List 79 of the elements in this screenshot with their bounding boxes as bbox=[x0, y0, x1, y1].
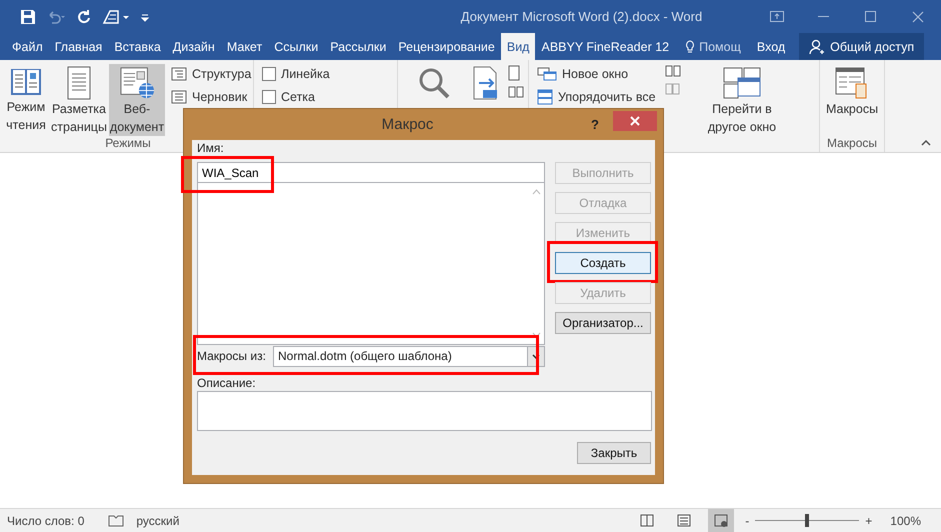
new-window-icon bbox=[537, 67, 557, 81]
book-icon bbox=[9, 66, 43, 98]
ribbon-tab[interactable]: Рассылки bbox=[324, 33, 392, 60]
split-icon[interactable] bbox=[665, 65, 681, 77]
book-icon bbox=[640, 514, 654, 527]
one-page-icon bbox=[508, 65, 520, 81]
window-command-button[interactable]: Упорядочить все bbox=[537, 88, 659, 106]
dialog-title: Макрос bbox=[380, 116, 434, 133]
ribbon-tab[interactable]: Ссылки bbox=[268, 33, 324, 60]
group-label: Режимы bbox=[105, 136, 151, 150]
touch-mode-icon[interactable] bbox=[102, 8, 130, 24]
close-icon bbox=[630, 116, 640, 126]
scroll-down-icon[interactable] bbox=[532, 332, 541, 338]
close-dialog-button[interactable]: Закрыть bbox=[577, 442, 651, 464]
dialog-button[interactable]: Создать bbox=[555, 252, 651, 274]
view-option-button[interactable]: Структура bbox=[171, 65, 252, 83]
language[interactable]: русский bbox=[136, 514, 634, 528]
help-button[interactable]: ? bbox=[591, 117, 599, 132]
ribbon-tab[interactable]: ABBYY FineReader 12 bbox=[535, 33, 676, 60]
ribbon-tab[interactable]: Главная bbox=[48, 33, 108, 60]
minimize-icon[interactable] bbox=[818, 16, 829, 18]
macros-from-dropdown[interactable]: Normal.dotm (общего шаблона) bbox=[273, 346, 545, 366]
tell-me-field[interactable]: Помощ bbox=[679, 33, 747, 60]
zoom-out-button[interactable]: - bbox=[745, 514, 750, 528]
field-label: Описание: bbox=[197, 376, 256, 390]
page-icon bbox=[66, 66, 92, 100]
view-button[interactable] bbox=[708, 509, 734, 532]
page-zoom-icon bbox=[471, 66, 499, 100]
web-layout-icon bbox=[714, 514, 728, 527]
field-label: Имя: bbox=[197, 142, 224, 154]
maximize-icon[interactable] bbox=[865, 11, 876, 22]
checkbox[interactable] bbox=[262, 67, 276, 81]
page-icon bbox=[677, 514, 692, 527]
lightbulb-icon bbox=[685, 40, 696, 54]
view-option-button[interactable]: Черновик bbox=[171, 88, 252, 106]
view-mode-button[interactable]: Режим чтения bbox=[3, 64, 49, 136]
person-add-icon bbox=[809, 38, 826, 54]
checkbox-label: Сетка bbox=[281, 90, 315, 104]
ribbon-tab[interactable]: Вид bbox=[500, 33, 536, 60]
view-mode-button[interactable]: Разметка страницы bbox=[51, 64, 107, 136]
outline-icon bbox=[171, 67, 187, 81]
proofing-icon[interactable] bbox=[108, 514, 124, 528]
ribbon-tab[interactable]: Рецензирование bbox=[392, 33, 501, 60]
macros-button[interactable]: Макросы bbox=[824, 64, 880, 136]
checkbox[interactable] bbox=[262, 90, 276, 104]
group-label: Макросы bbox=[826, 136, 878, 150]
macro-name-field[interactable]: WIA_Scan bbox=[197, 162, 545, 183]
arrange-windows-icon bbox=[537, 89, 553, 105]
view-mode-button[interactable]: Веб- документ bbox=[109, 64, 165, 136]
zoom-slider-thumb[interactable] bbox=[805, 514, 810, 527]
save-icon[interactable] bbox=[20, 8, 36, 24]
checkbox-label: Линейка bbox=[281, 67, 330, 81]
collapse-ribbon-icon[interactable] bbox=[921, 140, 931, 146]
ribbon-tab[interactable]: Макет bbox=[220, 33, 268, 60]
zoom-in-button[interactable]: + bbox=[865, 514, 872, 528]
redo-icon[interactable] bbox=[76, 8, 92, 24]
switch-windows-button[interactable]: Перейти в другое окно bbox=[697, 64, 787, 136]
ribbon-tab[interactable]: Дизайн bbox=[166, 33, 221, 60]
macro-list[interactable] bbox=[197, 183, 545, 345]
chevron-down-icon bbox=[532, 354, 540, 358]
ribbon-tab[interactable]: Вставка bbox=[108, 33, 167, 60]
window-command-button[interactable]: Новое окно bbox=[537, 65, 659, 83]
close-icon[interactable] bbox=[912, 10, 924, 22]
multiple-pages-icon bbox=[508, 86, 524, 98]
zoom-level[interactable]: 100% bbox=[890, 514, 921, 528]
ribbon-tab[interactable]: Файл bbox=[6, 33, 49, 60]
share-button[interactable]: Общий доступ bbox=[799, 33, 924, 60]
customize-icon[interactable] bbox=[140, 12, 150, 22]
window-title: Документ Microsoft Word (2).docx - Word bbox=[460, 9, 704, 24]
field-label: Макросы из: bbox=[197, 349, 267, 363]
description-field[interactable] bbox=[197, 391, 652, 431]
windows-icon bbox=[722, 66, 762, 100]
dialog-button[interactable]: Организатор... bbox=[555, 312, 651, 334]
word-count[interactable]: Число слов: 0 bbox=[7, 514, 84, 528]
dialog-close-button[interactable] bbox=[613, 111, 657, 131]
magnifier-icon bbox=[417, 66, 451, 100]
draft-icon bbox=[171, 90, 187, 104]
ribbon-options-icon[interactable] bbox=[770, 11, 784, 22]
sign-in-link[interactable]: Вход bbox=[746, 33, 796, 60]
